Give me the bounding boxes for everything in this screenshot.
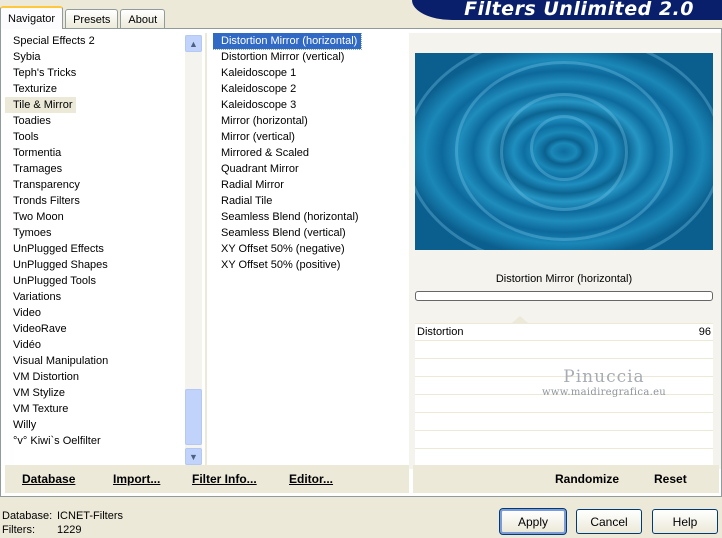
- category-item[interactable]: °v° Kiwi`s Oelfilter: [5, 433, 181, 449]
- import-button[interactable]: Import...: [113, 472, 160, 486]
- filter-item[interactable]: Mirrored & Scaled: [213, 145, 403, 161]
- filter-info-label: Filter Info...: [192, 472, 257, 486]
- filter-list[interactable]: Distortion Mirror (horizontal) Distortion…: [213, 33, 403, 465]
- database-label: Database: [22, 472, 76, 486]
- category-item[interactable]: Toadies: [5, 113, 181, 129]
- category-item[interactable]: Teph's Tricks: [5, 65, 181, 81]
- filter-item[interactable]: Mirror (vertical): [213, 129, 403, 145]
- database-info: Database: ICNET-Filters Filters: 1229: [2, 509, 123, 537]
- category-item[interactable]: Tymoes: [5, 225, 181, 241]
- parameter-row: [415, 431, 713, 449]
- category-item[interactable]: Tile & Mirror: [5, 97, 77, 113]
- left-toolbar: Database Import... Filter Info... Editor…: [5, 465, 409, 493]
- filters-count: 1229: [57, 524, 82, 536]
- divider: [205, 33, 207, 465]
- filter-item[interactable]: XY Offset 50% (positive): [213, 257, 403, 273]
- filter-item[interactable]: Seamless Blend (horizontal): [213, 209, 403, 225]
- filter-item[interactable]: Quadrant Mirror: [213, 161, 403, 177]
- category-item[interactable]: VM Distortion: [5, 369, 181, 385]
- tab-about[interactable]: About: [120, 9, 166, 29]
- progress-bar: [415, 291, 713, 301]
- filter-item[interactable]: Distortion Mirror (horizontal): [213, 33, 363, 50]
- category-list[interactable]: Special Effects 2 Sybia Teph's Tricks Textu…: [5, 33, 181, 465]
- filter-item[interactable]: Mirror (horizontal): [213, 113, 403, 129]
- navigator-panel: Special Effects 2 Sybia Teph's Tricks Textu…: [0, 28, 722, 497]
- category-item[interactable]: Visual Manipulation: [5, 353, 181, 369]
- chevron-down-icon: ▼: [189, 451, 198, 462]
- category-item[interactable]: UnPlugged Tools: [5, 273, 181, 289]
- randomize-button[interactable]: Randomize: [555, 472, 619, 486]
- category-item[interactable]: Transparency: [5, 177, 181, 193]
- parameter-row: [415, 359, 713, 377]
- filter-item[interactable]: Radial Tile: [213, 193, 403, 209]
- database-label-text: Database:: [2, 510, 53, 522]
- scroll-up-button[interactable]: ▲: [185, 35, 202, 52]
- filter-item[interactable]: XY Offset 50% (negative): [213, 241, 403, 257]
- pointer-marker: [512, 316, 528, 323]
- parameter-value[interactable]: 96: [699, 326, 711, 338]
- database-value: ICNET-Filters: [57, 510, 123, 522]
- category-item[interactable]: Video: [5, 305, 181, 321]
- selected-filter-name: Distortion Mirror (horizontal): [495, 273, 633, 285]
- cancel-button[interactable]: Cancel: [576, 509, 642, 534]
- category-item[interactable]: Tronds Filters: [5, 193, 181, 209]
- category-item[interactable]: Tools: [5, 129, 181, 145]
- filters-label-text: Filters:: [2, 524, 35, 536]
- filter-item[interactable]: Kaleidoscope 1: [213, 65, 403, 81]
- preview-image: [415, 53, 713, 250]
- category-scrollbar[interactable]: ▲ ▼: [185, 35, 202, 465]
- chevron-up-icon: ▲: [189, 38, 198, 49]
- category-item[interactable]: UnPlugged Effects: [5, 241, 181, 257]
- filter-info-button[interactable]: Filter Info...: [192, 472, 257, 486]
- parameter-row[interactable]: Distortion 96: [415, 323, 713, 341]
- parameter-row: [415, 413, 713, 431]
- reset-button[interactable]: Reset: [654, 472, 687, 486]
- category-item[interactable]: Texturize: [5, 81, 181, 97]
- apply-button[interactable]: Apply: [499, 508, 567, 535]
- right-toolbar: Randomize Reset: [413, 465, 719, 493]
- brand-banner: Filters Unlimited 2.0: [412, 0, 722, 20]
- parameter-list: Distortion 96: [415, 323, 713, 467]
- preview-area: Distortion Mirror (horizontal) Distortio…: [409, 33, 721, 469]
- filter-item[interactable]: Kaleidoscope 2: [213, 81, 403, 97]
- tab-navigator[interactable]: Navigator: [0, 6, 64, 29]
- editor-label: Editor...: [289, 472, 334, 486]
- filter-item[interactable]: Seamless Blend (vertical): [213, 225, 403, 241]
- import-label: Import...: [113, 472, 161, 486]
- tab-bar: Navigator Presets About: [0, 5, 167, 29]
- filter-item[interactable]: Radial Mirror: [213, 177, 403, 193]
- brand-title: Filters Unlimited 2.0: [464, 0, 694, 20]
- filter-item[interactable]: Distortion Mirror (vertical): [213, 49, 403, 65]
- database-button[interactable]: Database: [22, 472, 75, 486]
- category-item[interactable]: VM Texture: [5, 401, 181, 417]
- category-item[interactable]: Sybia: [5, 49, 181, 65]
- category-item[interactable]: Special Effects 2: [5, 33, 181, 49]
- category-item[interactable]: Tormentia: [5, 145, 181, 161]
- category-item[interactable]: Variations: [5, 289, 181, 305]
- category-item[interactable]: Two Moon: [5, 209, 181, 225]
- category-item[interactable]: Willy: [5, 417, 181, 433]
- category-item[interactable]: VideoRave: [5, 321, 181, 337]
- category-item[interactable]: VM Stylize: [5, 385, 181, 401]
- category-item[interactable]: Vidéo: [5, 337, 181, 353]
- tab-presets[interactable]: Presets: [65, 9, 119, 29]
- editor-button[interactable]: Editor...: [289, 472, 333, 486]
- filter-item[interactable]: Kaleidoscope 3: [213, 97, 403, 113]
- scroll-down-button[interactable]: ▼: [185, 448, 202, 465]
- parameter-row: [415, 377, 713, 395]
- help-button[interactable]: Help: [652, 509, 718, 534]
- category-item[interactable]: Tramages: [5, 161, 181, 177]
- parameter-row: [415, 395, 713, 413]
- category-item[interactable]: UnPlugged Shapes: [5, 257, 181, 273]
- parameter-name: Distortion: [417, 326, 464, 338]
- scroll-thumb[interactable]: [185, 389, 202, 445]
- parameter-row: [415, 341, 713, 359]
